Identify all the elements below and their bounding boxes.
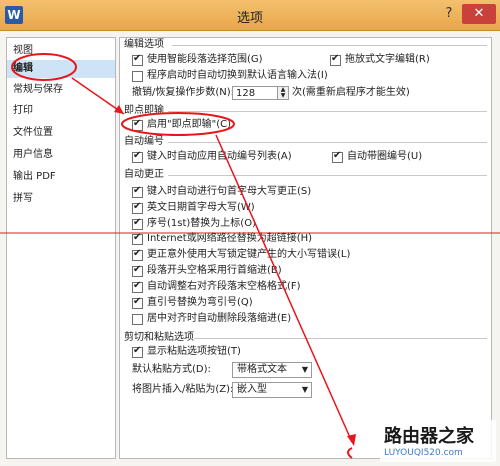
default-paste-label: 默认粘贴方式(D):: [132, 364, 211, 375]
sidebar-item-spelling[interactable]: 拼写: [13, 190, 33, 208]
autocorrect-item-checkbox[interactable]: [132, 314, 143, 325]
watermark: 路由器之家 LUYOUQI520.com: [380, 420, 496, 462]
sidebar-item-edit[interactable]: 编辑: [7, 60, 115, 78]
circle-number-label: 自动带圈编号(U): [347, 151, 423, 162]
autocorrect-item-checkbox[interactable]: [132, 248, 143, 261]
undo-steps-note: 次(需重新启程序才能生效): [292, 87, 410, 98]
autocorrect-item-checkbox[interactable]: [132, 201, 143, 214]
default-paste-dropdown[interactable]: 带格式文本 ▼: [232, 362, 312, 378]
autocorrect-item-label: 直引号替换为弯引号(Q): [147, 297, 253, 308]
help-button[interactable]: ?: [438, 4, 460, 24]
auto-ime-checkbox[interactable]: [132, 71, 143, 82]
section-divider: [194, 338, 487, 339]
section-divider: [168, 175, 487, 176]
click-type-label: 启用"即点即输"(C): [147, 119, 231, 130]
click-type-checkbox[interactable]: [132, 118, 143, 131]
undo-steps-label: 撤销/恢复操作步数(N):: [132, 87, 235, 98]
autocorrect-item-checkbox[interactable]: [132, 232, 143, 245]
undo-steps-input[interactable]: 128: [232, 86, 278, 100]
drag-edit-checkbox[interactable]: [330, 53, 341, 66]
title-bar: W 选项 ? ✕: [0, 0, 500, 31]
show-paste-button-checkbox[interactable]: [132, 345, 143, 358]
auto-number-list-checkbox[interactable]: [132, 150, 143, 163]
auto-number-list-label: 键入时自动应用自动编号列表(A): [147, 151, 292, 162]
sidebar-item-user-info[interactable]: 用户信息: [13, 146, 53, 164]
autocorrect-item-checkbox[interactable]: [132, 217, 143, 230]
smart-select-checkbox[interactable]: [132, 53, 143, 66]
autocorrect-item-checkbox[interactable]: [132, 185, 143, 198]
drag-edit-label: 拖放式文字编辑(R): [345, 54, 430, 65]
autocorrect-item-label: 自动调整右对齐段落末空格格式(F): [147, 281, 301, 292]
undo-steps-spinner[interactable]: ▲ ▼: [277, 86, 289, 100]
options-sidebar: 视图 编辑 常规与保存 打印 文件位置 用户信息 输出 PDF 拼写: [6, 37, 116, 459]
section-divider: [168, 142, 487, 143]
edit-options-header: 编辑选项: [124, 39, 164, 50]
autocorrect-item-label: 键入时自动进行句首字母大写更正(S): [147, 186, 312, 197]
chevron-down-icon: ▼: [301, 365, 308, 374]
close-button[interactable]: ✕: [462, 4, 496, 24]
section-divider: [168, 111, 487, 112]
chevron-down-icon: ▼: [301, 385, 308, 394]
image-paste-value: 嵌入型: [237, 384, 267, 395]
image-paste-label: 将图片插入/粘贴为(Z):: [132, 384, 234, 395]
sidebar-item-general-save[interactable]: 常规与保存: [13, 81, 63, 99]
sidebar-item-file-locations[interactable]: 文件位置: [13, 124, 53, 142]
autocorrect-item-label: 序号(1st)替换为上标(O): [147, 218, 256, 229]
circle-number-checkbox[interactable]: [332, 150, 343, 163]
autocorrect-item-label: 英文日期首字母大写(W): [147, 202, 255, 213]
sidebar-item-view[interactable]: 视图: [13, 42, 33, 60]
autocorrect-header: 自动更正: [124, 169, 164, 180]
window-title: 选项: [236, 11, 263, 26]
autocorrect-item-checkbox[interactable]: [132, 280, 143, 293]
default-paste-value: 带格式文本: [237, 364, 287, 375]
auto-ime-label: 程序启动时自动切换到默认语言输入法(I): [147, 70, 328, 81]
autocorrect-item-checkbox[interactable]: [132, 264, 143, 277]
sidebar-item-pdf-output[interactable]: 输出 PDF: [13, 168, 56, 186]
smart-select-label: 使用智能段落选择范围(G): [147, 54, 263, 65]
autocorrect-item-checkbox[interactable]: [132, 296, 143, 309]
section-divider: [172, 45, 487, 46]
watermark-url: LUYOUQI520.com: [384, 448, 463, 458]
auto-number-header: 自动编号: [124, 136, 164, 147]
click-type-header: 即点即输: [124, 105, 164, 116]
autocorrect-item-label: Internet或网络路径替换为超链接(H): [147, 233, 313, 244]
image-paste-dropdown[interactable]: 嵌入型 ▼: [232, 382, 312, 398]
watermark-title: 路由器之家: [384, 426, 474, 447]
autocorrect-item-label: 段落开头空格采用行首缩进(B): [147, 265, 282, 276]
sidebar-item-print[interactable]: 打印: [13, 102, 33, 120]
show-paste-button-label: 显示粘贴选项按钮(T): [147, 346, 241, 357]
autocorrect-item-label: 居中对齐时自动删除段落缩进(E): [147, 313, 292, 324]
cut-paste-header: 剪切和粘贴选项: [124, 332, 194, 343]
autocorrect-item-label: 更正意外使用大写锁定键产生的大小写错误(L): [147, 249, 351, 260]
options-content: 编辑选项 使用智能段落选择范围(G) 拖放式文字编辑(R) 程序启动时自动切换到…: [119, 37, 492, 459]
